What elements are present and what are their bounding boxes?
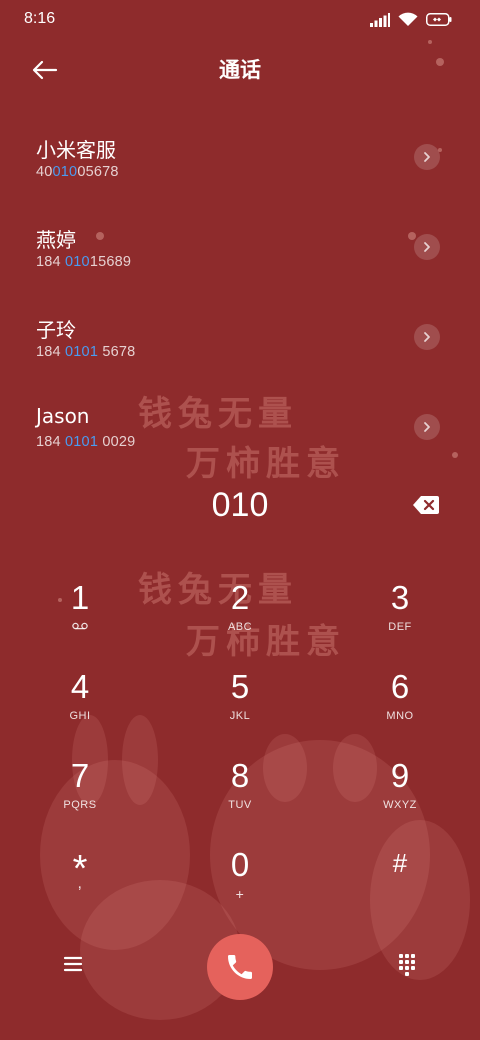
signal-icon xyxy=(370,12,390,27)
key-digit: 9 xyxy=(390,757,410,794)
key-letters: WXYZ xyxy=(383,799,417,811)
key-digit: 4 xyxy=(70,668,90,705)
header: 通话 xyxy=(0,44,480,96)
key-letters: , xyxy=(77,875,83,892)
number-suffix: 05678 xyxy=(77,164,119,180)
key-8[interactable]: 8 TUV xyxy=(180,756,300,836)
contact-detail-button[interactable] xyxy=(414,414,440,440)
voicemail-icon xyxy=(20,620,140,634)
number-suffix: 15689 xyxy=(89,254,132,270)
number-suffix: 0029 xyxy=(98,434,136,450)
key-letters: JKL xyxy=(229,710,251,722)
key-digit: 7 xyxy=(70,757,90,794)
key-1[interactable]: 1 xyxy=(20,578,140,658)
key-letters: ABC xyxy=(227,621,253,633)
key-digit: 0 xyxy=(230,846,250,883)
number-match-highlight: 010 xyxy=(52,164,78,180)
call-button[interactable] xyxy=(207,934,273,1000)
key-digit: 1 xyxy=(70,579,90,616)
key-letters: GHI xyxy=(69,710,91,722)
key-0[interactable]: 0 + xyxy=(180,845,300,925)
key-digit: 8 xyxy=(230,757,250,794)
number-prefix: 184 xyxy=(36,254,66,270)
status-time: 8:16 xyxy=(24,10,56,27)
contact-name: 子玲 xyxy=(36,318,76,342)
status-icons xyxy=(370,12,452,27)
contact-name: Jason xyxy=(36,404,90,428)
contact-row[interactable]: Jason 184 0101 0029 xyxy=(0,382,480,456)
key-7[interactable]: 7 PQRS xyxy=(20,756,140,836)
battery-icon xyxy=(426,13,452,26)
chevron-right-icon xyxy=(424,332,430,342)
contact-detail-button[interactable] xyxy=(414,324,440,350)
key-letters: + xyxy=(235,886,245,902)
page-title: 通话 xyxy=(219,58,261,82)
contact-name: 小米客服 xyxy=(36,138,116,162)
key-3[interactable]: 3 DEF xyxy=(340,578,460,658)
dialpad-icon xyxy=(399,954,415,976)
key-hash[interactable]: # xyxy=(340,845,460,925)
key-digit: # xyxy=(392,848,408,878)
key-letters: DEF xyxy=(388,621,412,633)
key-letters: PQRS xyxy=(63,799,97,811)
number-suffix: 5678 xyxy=(98,344,136,360)
menu-button[interactable] xyxy=(62,954,84,974)
contact-detail-button[interactable] xyxy=(414,144,440,170)
key-letters xyxy=(340,887,460,901)
key-6[interactable]: 6 MNO xyxy=(340,667,460,747)
key-9[interactable]: 9 WXYZ xyxy=(340,756,460,836)
key-5[interactable]: 5 JKL xyxy=(180,667,300,747)
key-2[interactable]: 2 ABC xyxy=(180,578,300,658)
contact-number: 4001005678 xyxy=(36,164,119,180)
menu-icon xyxy=(63,956,83,972)
contact-suggestion-list: 小米客服 4001005678 燕婷 184 01015689 子玲 184 0… xyxy=(0,112,480,456)
key-4[interactable]: 4 GHI xyxy=(20,667,140,747)
number-prefix: 184 xyxy=(36,344,66,360)
chevron-right-icon xyxy=(424,152,430,162)
contact-number: 184 01015689 xyxy=(36,254,131,270)
key-letters: TUV xyxy=(228,799,252,811)
key-star[interactable]: * , xyxy=(20,845,140,925)
key-digit: 2 xyxy=(230,579,250,616)
contact-row[interactable]: 小米客服 4001005678 xyxy=(0,112,480,202)
wifi-icon xyxy=(398,12,418,26)
number-match-highlight: 0101 xyxy=(65,434,99,450)
dialpad-toggle-button[interactable] xyxy=(396,952,418,978)
phone-icon xyxy=(228,955,252,979)
contact-number: 184 0101 5678 xyxy=(36,344,135,360)
status-bar: 8:16 xyxy=(0,0,480,40)
key-letters: MNO xyxy=(386,710,414,722)
number-match-highlight: 0101 xyxy=(65,344,99,360)
dialed-number-display[interactable]: 010 xyxy=(0,486,480,525)
contact-row[interactable]: 燕婷 184 01015689 xyxy=(0,202,480,292)
number-prefix: 40 xyxy=(36,164,53,180)
backspace-button[interactable] xyxy=(412,494,440,516)
contact-row[interactable]: 子玲 184 0101 5678 xyxy=(0,292,480,382)
key-digit: 3 xyxy=(390,579,410,616)
backspace-icon xyxy=(413,496,439,514)
key-digit: 6 xyxy=(390,668,410,705)
contact-number: 184 0101 0029 xyxy=(36,434,135,450)
contact-detail-button[interactable] xyxy=(414,234,440,260)
chevron-right-icon xyxy=(424,422,430,432)
key-digit: 5 xyxy=(230,668,250,705)
chevron-right-icon xyxy=(424,242,430,252)
number-match-highlight: 010 xyxy=(65,254,90,270)
contact-name: 燕婷 xyxy=(36,228,76,252)
number-prefix: 184 xyxy=(36,434,66,450)
